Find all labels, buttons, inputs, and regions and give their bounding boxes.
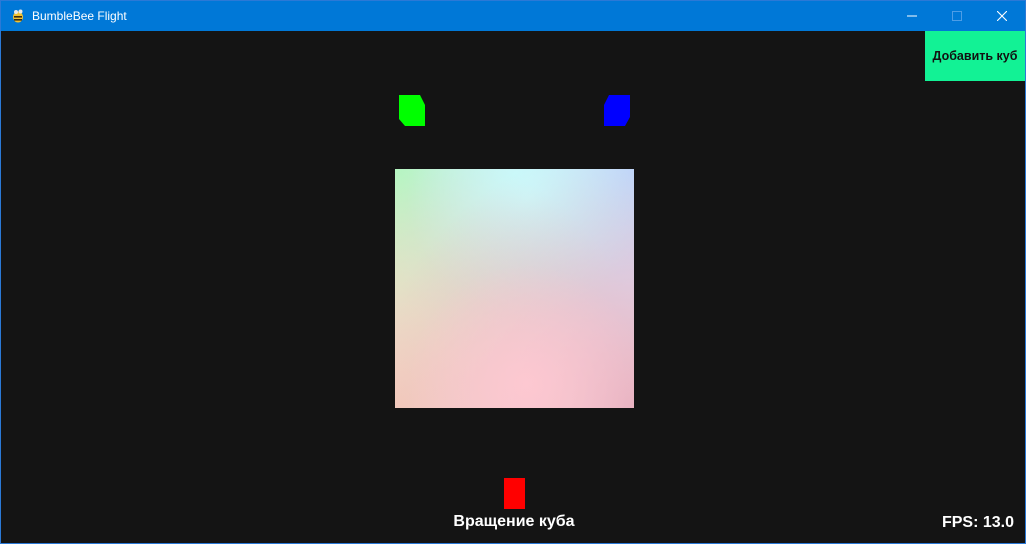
window-title: BumbleBee Flight bbox=[32, 9, 127, 23]
close-icon bbox=[997, 11, 1007, 21]
red-cube bbox=[504, 478, 525, 509]
maximize-button[interactable] bbox=[934, 1, 980, 31]
title-bar[interactable]: BumbleBee Flight bbox=[1, 1, 1025, 31]
close-button[interactable] bbox=[979, 1, 1025, 31]
main-cube bbox=[395, 169, 634, 408]
blue-cube bbox=[604, 95, 630, 126]
add-cube-button[interactable]: Добавить куб bbox=[925, 31, 1025, 81]
bumblebee-icon bbox=[13, 9, 23, 23]
green-cube bbox=[399, 95, 425, 126]
fps-value: 13.0 bbox=[982, 514, 1014, 531]
rotation-label: Вращение куба bbox=[453, 513, 575, 530]
fps-label: FPS: bbox=[941, 514, 979, 531]
minimize-button[interactable] bbox=[889, 1, 935, 31]
maximize-icon bbox=[952, 11, 962, 21]
fps-counter: FPS: 13.0 bbox=[942, 514, 1014, 532]
app-window: BumbleBee Flight Добавить куб Вращение к… bbox=[0, 0, 1026, 544]
render-canvas[interactable]: Добавить куб Вращение куба FPS: 13.0 bbox=[1, 31, 1025, 543]
minimize-icon bbox=[907, 15, 917, 17]
scene-view bbox=[395, 95, 634, 509]
